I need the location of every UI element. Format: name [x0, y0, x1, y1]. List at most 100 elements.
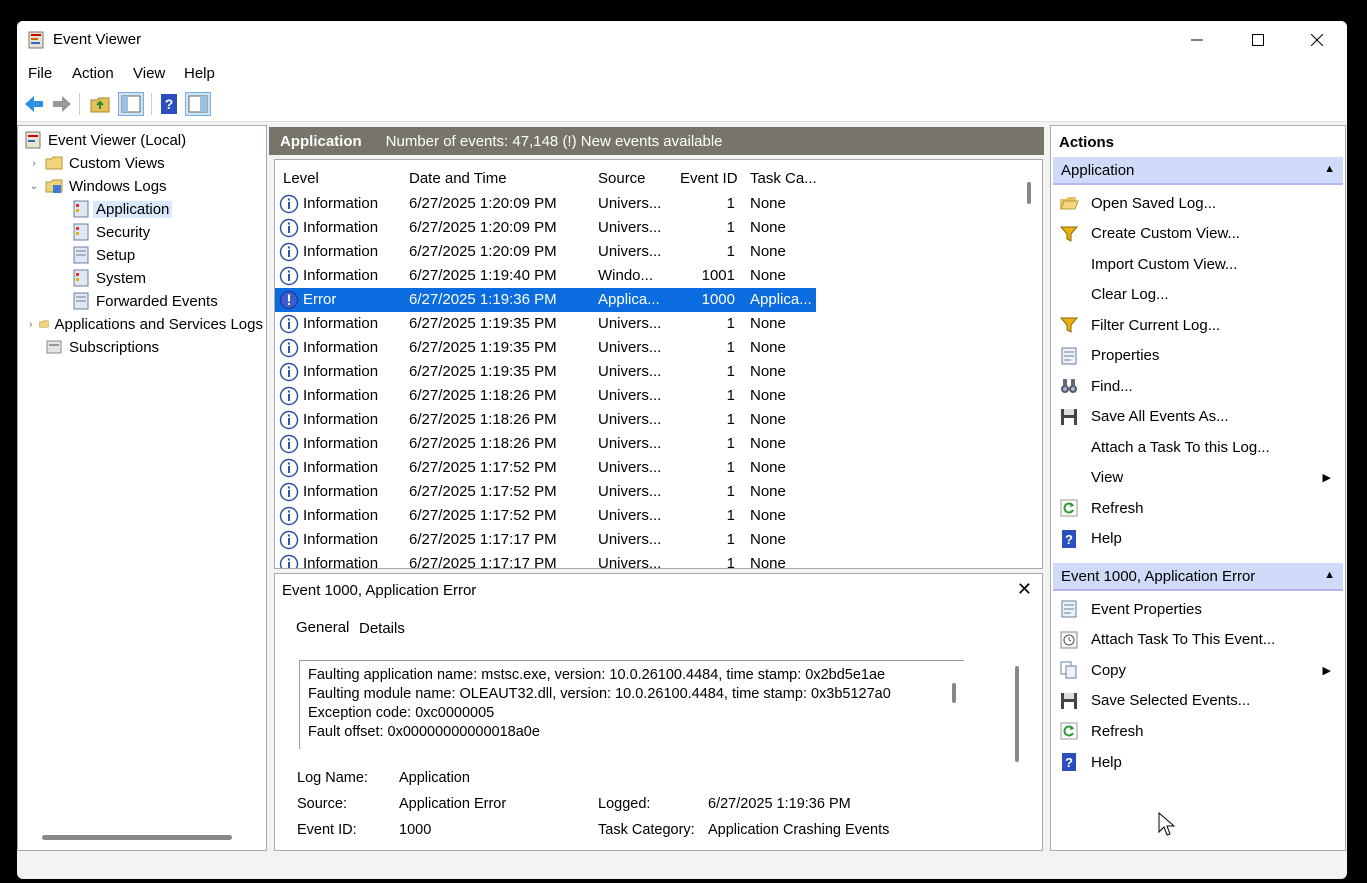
log-summary: Number of events: 47,148 (!) New events … [385, 132, 723, 150]
action-clear-log[interactable]: Clear Log... [1059, 283, 1339, 307]
menu-action[interactable]: Action [72, 65, 114, 82]
forward-arrow-icon[interactable] [51, 93, 73, 115]
event-datetime: 6/27/2025 1:17:17 PM [409, 531, 557, 548]
title-bar: Event Viewer [17, 21, 1347, 59]
expand-chevron-icon[interactable]: › [27, 158, 41, 169]
event-row[interactable]: Information 6/27/2025 1:18:26 PM Univers..… [275, 384, 816, 408]
help-icon[interactable]: ? [159, 93, 181, 115]
action-import-custom-view[interactable]: Import Custom View... [1059, 252, 1339, 276]
message-scrollbar[interactable] [952, 683, 956, 703]
collapse-caret-icon[interactable]: ▲ [1324, 163, 1335, 175]
event-id: 1 [726, 363, 735, 380]
event-list-scrollbar[interactable] [1027, 182, 1031, 204]
event-row[interactable]: Information 6/27/2025 1:18:26 PM Univers..… [275, 432, 816, 456]
tree-item-custom-views[interactable]: › Custom Views [27, 152, 165, 174]
back-arrow-icon[interactable] [23, 93, 45, 115]
action-refresh[interactable]: Refresh [1059, 719, 1339, 743]
event-row[interactable]: Information 6/27/2025 1:18:26 PM Univers..… [275, 408, 816, 432]
column-header-task-category[interactable]: Task Ca... [750, 170, 817, 187]
action-save-all-events-as[interactable]: Save All Events As... [1059, 405, 1339, 429]
action-group-event[interactable]: Event 1000, Application Error ▲ [1053, 563, 1343, 591]
tree-item-applications-and-services-logs[interactable]: › Applications and Services Logs [27, 313, 263, 335]
menu-view[interactable]: View [133, 65, 165, 82]
action-label: Filter Current Log... [1091, 316, 1221, 334]
action-attach-a-task-to-this-log[interactable]: Attach a Task To this Log... [1059, 435, 1339, 459]
task-category-value: Application Crashing Events [708, 822, 890, 838]
tree-item-system[interactable]: System [72, 267, 146, 289]
event-row[interactable]: Information 6/27/2025 1:19:35 PM Univers..… [275, 312, 816, 336]
close-detail-button[interactable]: ✕ [1017, 579, 1032, 600]
event-row[interactable]: Information 6/27/2025 1:19:35 PM Univers..… [275, 336, 816, 360]
action-properties[interactable]: Properties [1059, 344, 1339, 368]
event-message-box[interactable]: Faulting application name: mstsc.exe, ve… [299, 660, 964, 749]
event-row[interactable]: Information 6/27/2025 1:19:40 PM Windo... N… [275, 264, 816, 288]
event-row[interactable]: Information 6/27/2025 1:17:52 PM Univers..… [275, 480, 816, 504]
tree-horizontal-scrollbar[interactable] [42, 835, 232, 840]
tree-item-security[interactable]: Security [72, 221, 150, 243]
event-detail-pane: Event 1000, Application Error ✕ General … [274, 573, 1043, 851]
tab-general[interactable]: General [290, 616, 356, 641]
action-event-properties[interactable]: Event Properties [1059, 597, 1339, 621]
event-level: Error [303, 291, 337, 308]
action-label: Help [1091, 753, 1122, 771]
tab-details[interactable]: Details [359, 620, 405, 637]
action-save-selected-events[interactable]: Save Selected Events... [1059, 689, 1339, 713]
event-row[interactable]: Information 6/27/2025 1:17:52 PM Univers..… [275, 504, 816, 528]
actions-title: Actions [1059, 134, 1115, 151]
event-level: Information [303, 507, 379, 524]
up-folder-icon[interactable] [89, 93, 111, 115]
detail-scrollbar[interactable] [1015, 666, 1019, 762]
tree-item-application[interactable]: Application [72, 198, 173, 220]
event-row[interactable]: Information 6/27/2025 1:20:09 PM Univers..… [275, 240, 816, 264]
action-group-application[interactable]: Application ▲ [1053, 157, 1343, 185]
menu-file[interactable]: File [28, 65, 52, 82]
event-level: Information [303, 339, 379, 356]
action-refresh[interactable]: Refresh [1059, 496, 1339, 520]
column-header-event-id[interactable]: Event ID [680, 170, 738, 187]
event-id: 1 [726, 339, 735, 356]
action-open-saved-log[interactable]: Open Saved Log... [1059, 191, 1339, 215]
info-icon [279, 530, 299, 550]
event-id: 1 [726, 531, 735, 548]
tree-item-forwarded-events[interactable]: Forwarded Events [72, 290, 218, 312]
svg-text:?: ? [1065, 755, 1073, 770]
show-hide-action-pane-icon[interactable] [185, 92, 211, 116]
action-help[interactable]: ? Help [1059, 750, 1339, 774]
action-label: Clear Log... [1091, 286, 1169, 303]
event-level: Information [303, 555, 379, 569]
tree-item-windows-logs[interactable]: ⌄ Windows Logs [27, 175, 167, 197]
action-filter-current-log[interactable]: Filter Current Log... [1059, 313, 1339, 337]
event-row[interactable]: Information 6/27/2025 1:17:17 PM Univers..… [275, 528, 816, 552]
event-row[interactable]: Information 6/27/2025 1:17:52 PM Univers..… [275, 456, 816, 480]
minimize-button[interactable] [1167, 21, 1227, 59]
action-attach-task-to-this-event[interactable]: Attach Task To This Event... [1059, 628, 1339, 652]
expand-chevron-icon[interactable]: › [27, 319, 35, 330]
collapse-chevron-icon[interactable]: ⌄ [27, 181, 41, 192]
task-icon [1060, 631, 1078, 649]
tree-item-setup[interactable]: Setup [72, 244, 135, 266]
tree-item-label: Custom Views [69, 154, 165, 172]
menu-bar: File Action View Help [17, 59, 1347, 87]
action-view[interactable]: View ▶ [1059, 466, 1339, 490]
action-help[interactable]: ? Help [1059, 527, 1339, 551]
tree-root-event-viewer-local[interactable]: Event Viewer (Local) [24, 129, 186, 151]
action-find[interactable]: Find... [1059, 374, 1339, 398]
column-header-source[interactable]: Source [598, 170, 646, 187]
action-create-custom-view[interactable]: Create Custom View... [1059, 222, 1339, 246]
close-window-button[interactable] [1287, 21, 1347, 59]
column-header-date-time[interactable]: Date and Time [409, 170, 507, 187]
menu-help[interactable]: Help [184, 65, 215, 82]
logged-value: 6/27/2025 1:19:36 PM [708, 796, 851, 812]
event-row[interactable]: Information 6/27/2025 1:20:09 PM Univers..… [275, 192, 816, 216]
info-icon [279, 482, 299, 502]
column-header-level[interactable]: Level [283, 170, 319, 187]
tree-item-subscriptions[interactable]: Subscriptions [45, 336, 159, 358]
show-hide-console-tree-icon[interactable] [118, 92, 144, 116]
event-row[interactable]: Information 6/27/2025 1:19:35 PM Univers..… [275, 360, 816, 384]
maximize-button[interactable] [1228, 21, 1288, 59]
event-row[interactable]: Information 6/27/2025 1:20:09 PM Univers..… [275, 216, 816, 240]
event-row[interactable]: Error 6/27/2025 1:19:36 PM Applica... Appli… [275, 288, 816, 312]
collapse-caret-icon[interactable]: ▲ [1324, 569, 1335, 581]
action-copy[interactable]: Copy ▶ [1059, 658, 1339, 682]
event-row[interactable]: Information 6/27/2025 1:17:17 PM Univers..… [275, 552, 816, 569]
